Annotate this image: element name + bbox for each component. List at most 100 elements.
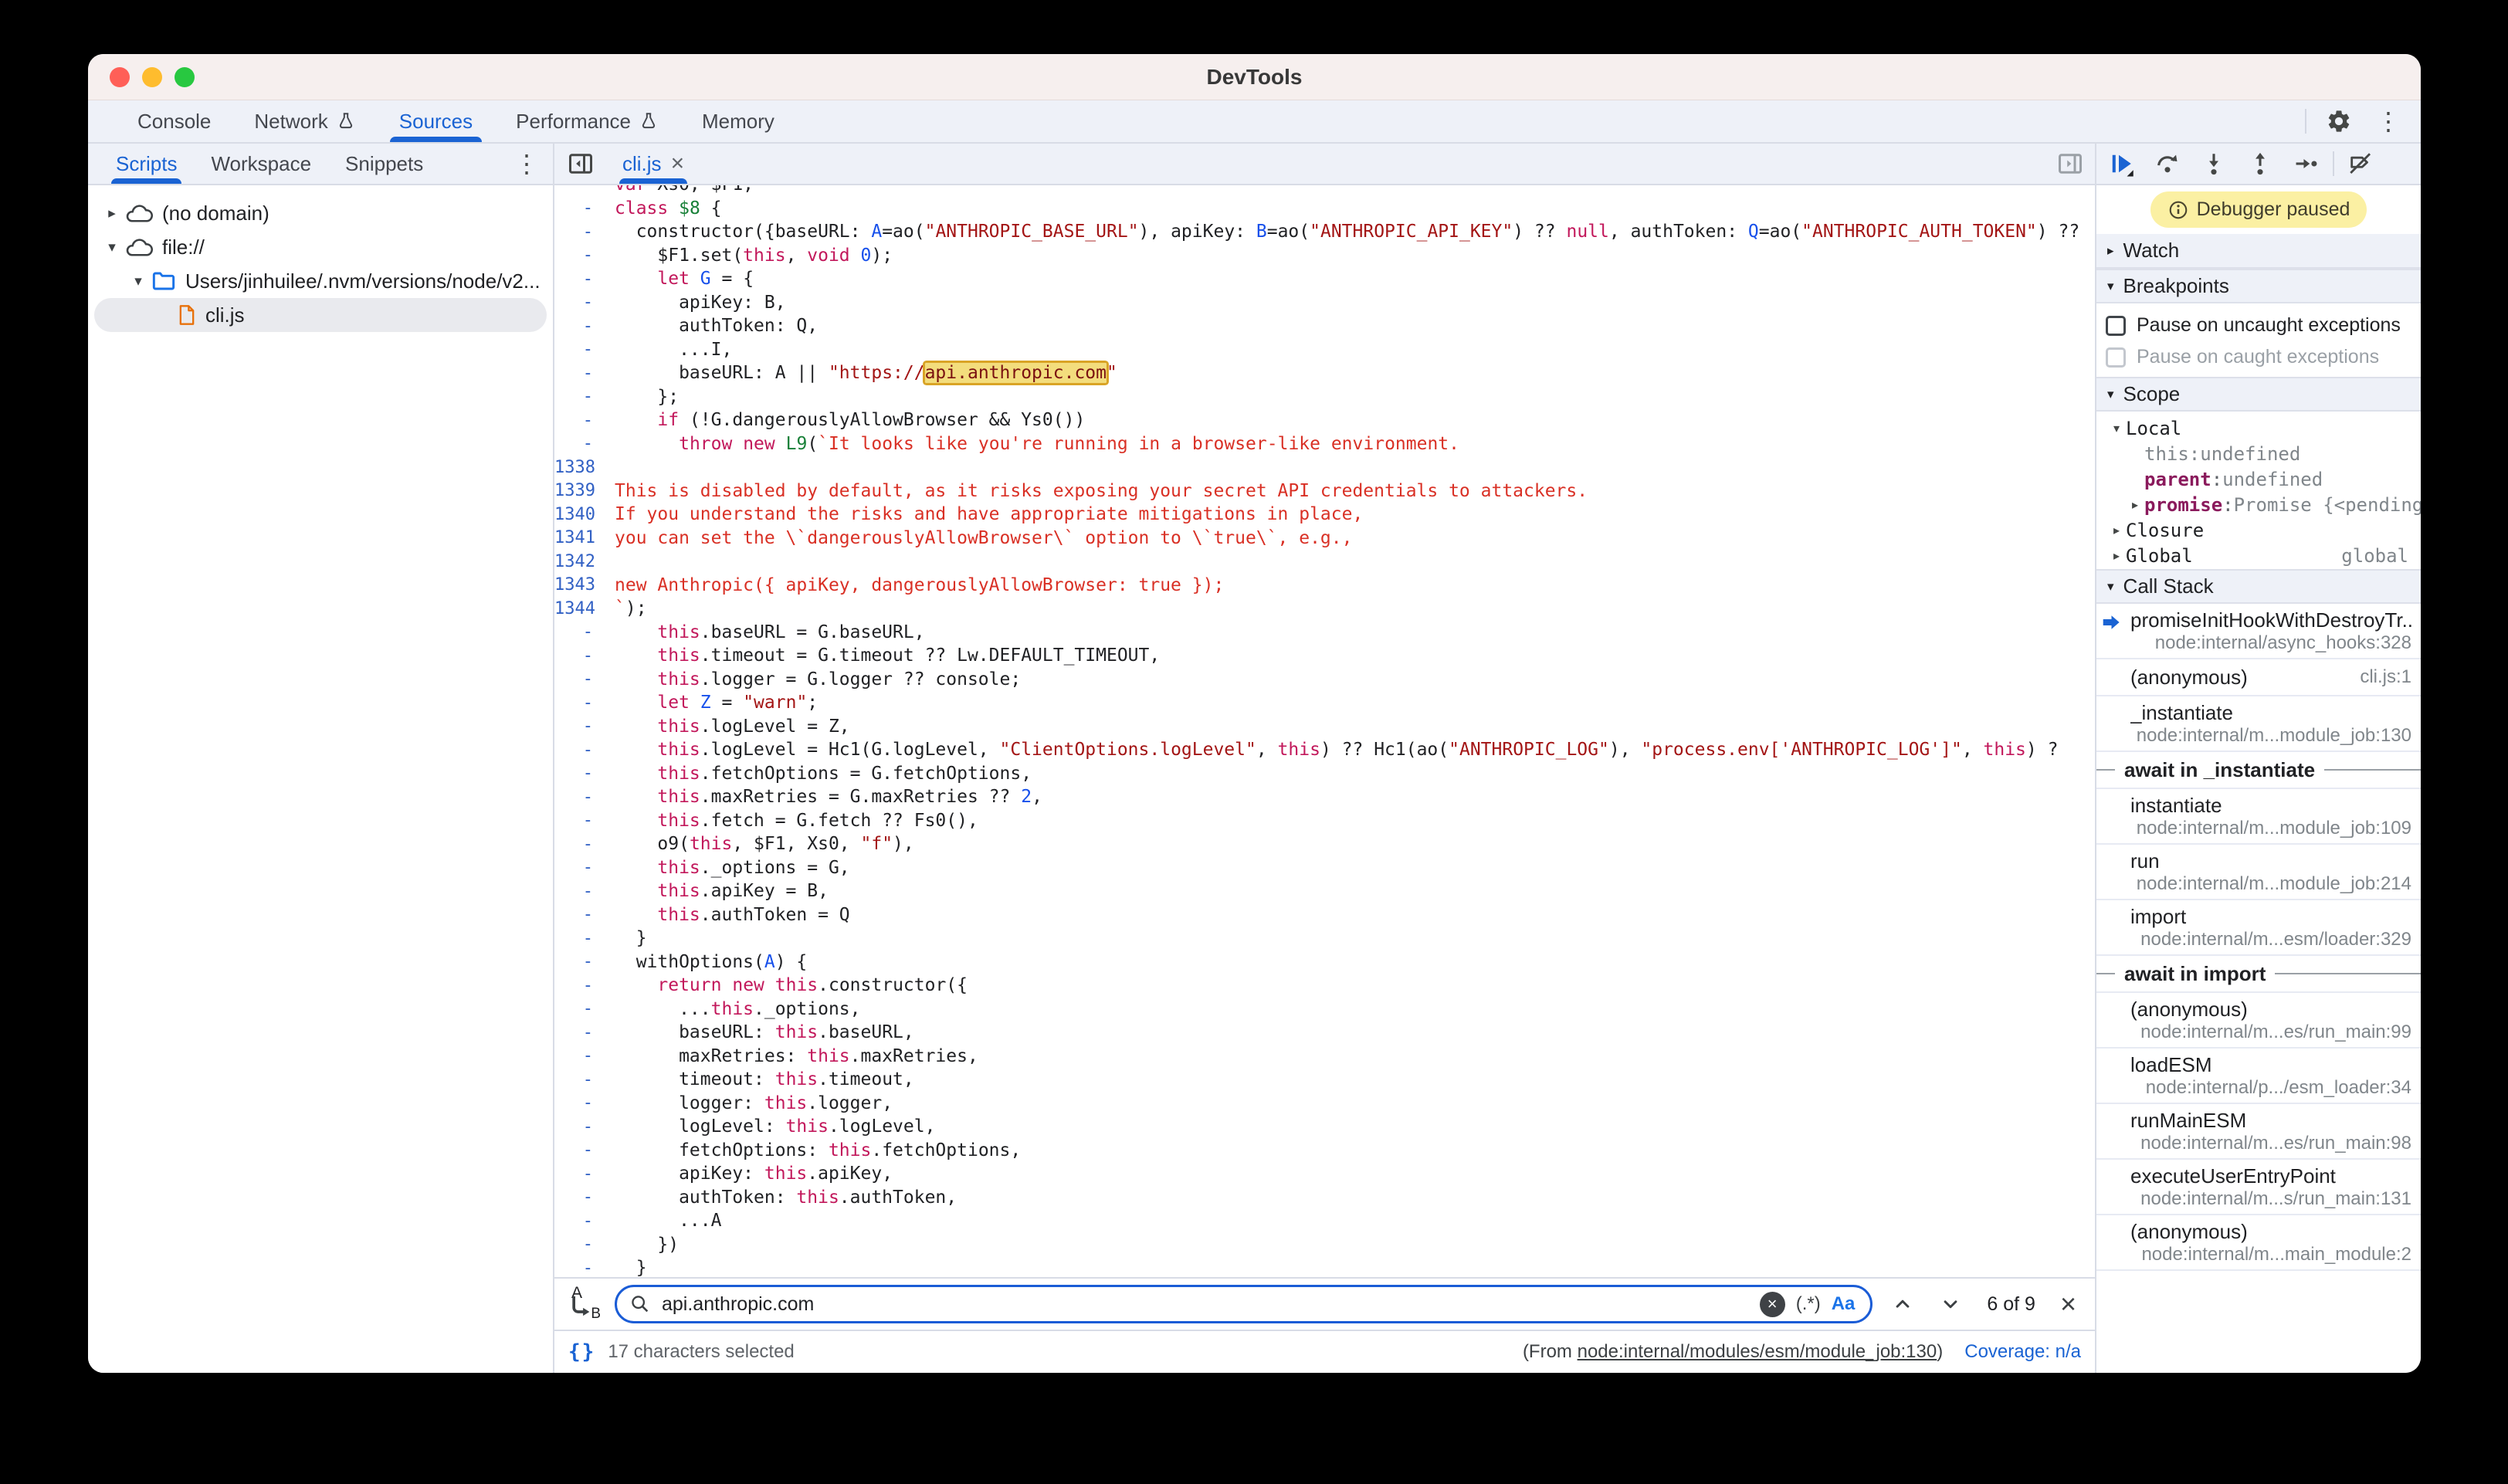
editor-tab-cli-js[interactable]: cli.js × <box>607 144 700 184</box>
close-search-icon[interactable]: × <box>2054 1288 2083 1320</box>
chevron-right-icon[interactable]: ▸ <box>2126 497 2144 513</box>
regex-toggle-button[interactable]: (.*) <box>1796 1293 1821 1315</box>
code-line[interactable]: - this.authToken = Q <box>554 903 2095 927</box>
line-gutter[interactable]: - <box>554 340 602 359</box>
code-line[interactable]: - this._options = G, <box>554 856 2095 880</box>
line-gutter[interactable]: - <box>554 1188 602 1207</box>
line-gutter[interactable]: - <box>554 434 602 453</box>
code-line[interactable]: - ...I, <box>554 338 2095 362</box>
code-line[interactable]: - maxRetries: this.maxRetries, <box>554 1045 2095 1069</box>
code-line[interactable]: - apiKey: this.apiKey, <box>554 1162 2095 1186</box>
tree-item-no-domain[interactable]: ▸ (no domain) <box>88 196 553 230</box>
tab-snippets[interactable]: Snippets <box>328 144 440 184</box>
call-stack-frame[interactable]: promiseInitHookWithDestroyTr...node:inte… <box>2096 604 2421 659</box>
line-gutter[interactable]: 1342 <box>554 552 602 571</box>
line-gutter[interactable]: - <box>554 1235 602 1254</box>
line-gutter[interactable]: - <box>554 387 602 406</box>
call-stack-frame[interactable]: runnode:internal/m...module_job:214 <box>2096 845 2421 900</box>
toggle-navigator-sidebar-icon[interactable] <box>554 144 607 184</box>
scope-prop-parent[interactable]: parent undefined <box>2096 466 2421 492</box>
section-breakpoints[interactable]: ▾ Breakpoints <box>2096 269 2421 303</box>
code-line[interactable]: - apiKey: B, <box>554 291 2095 315</box>
code-line[interactable]: - authToken: this.authToken, <box>554 1186 2095 1210</box>
settings-gear-icon[interactable] <box>2322 104 2356 138</box>
code-line[interactable]: - this.fetch = G.fetch ?? Fs0(), <box>554 809 2095 833</box>
call-stack-frame[interactable]: executeUserEntryPointnode:internal/m...s… <box>2096 1160 2421 1215</box>
close-tab-icon[interactable]: × <box>671 151 685 177</box>
line-gutter[interactable]: - <box>554 1211 602 1231</box>
resume-button[interactable] <box>2101 147 2141 181</box>
previous-match-button[interactable] <box>1885 1286 1920 1322</box>
scope-prop-promise[interactable]: ▸ promise Promise {<pending>} <box>2096 492 2421 517</box>
line-gutter[interactable]: 1340 <box>554 505 602 524</box>
line-gutter[interactable]: - <box>554 317 602 336</box>
code-line[interactable]: - this.maxRetries = G.maxRetries ?? 2, <box>554 785 2095 809</box>
line-gutter[interactable]: - <box>554 198 602 218</box>
line-gutter[interactable]: - <box>554 646 602 666</box>
section-scope[interactable]: ▾ Scope <box>2096 377 2421 412</box>
code-line[interactable]: - withOptions(A) { <box>554 950 2095 974</box>
line-gutter[interactable]: - <box>554 811 602 830</box>
line-gutter[interactable]: - <box>554 740 602 760</box>
minimize-window-button[interactable] <box>142 67 162 87</box>
code-line[interactable]: - $F1.set(this, void 0); <box>554 244 2095 268</box>
pause-on-uncaught-exceptions-row[interactable]: Pause on uncaught exceptions <box>2096 310 2421 341</box>
step-into-button[interactable] <box>2194 147 2234 181</box>
clear-search-icon[interactable]: × <box>1760 1292 1785 1317</box>
line-gutter[interactable]: - <box>554 1164 602 1184</box>
scope-group-global[interactable]: ▸ Global global <box>2096 543 2421 568</box>
line-gutter[interactable]: - <box>554 905 602 924</box>
toggle-debugger-sidebar-icon[interactable] <box>2045 144 2095 184</box>
coverage-link[interactable]: Coverage: n/a <box>1964 1341 2081 1363</box>
code-line[interactable]: 1340If you understand the risks and have… <box>554 503 2095 527</box>
code-line[interactable]: 1343new Anthropic({ apiKey, dangerouslyA… <box>554 574 2095 598</box>
line-gutter[interactable]: 1338 <box>554 458 602 477</box>
code-line[interactable]: - this.logLevel = Z, <box>554 715 2095 739</box>
tab-console[interactable]: Console <box>116 100 232 142</box>
pause-on-caught-exceptions-row[interactable]: Pause on caught exceptions <box>2096 341 2421 373</box>
code-line[interactable]: - baseURL: A || "https://api.anthropic.c… <box>554 361 2095 385</box>
tree-item-file-protocol[interactable]: ▾ file:// <box>88 230 553 264</box>
line-gutter[interactable]: - <box>554 669 602 689</box>
code-line[interactable]: - if (!G.dangerouslyAllowBrowser && Ys0(… <box>554 408 2095 432</box>
tree-item-folder[interactable]: ▾ Users/jinhuilee/.nvm/versions/node/v2.… <box>88 264 553 298</box>
code-line[interactable]: 1344`); <box>554 597 2095 621</box>
code-line[interactable]: var Xs0, $F1; <box>554 185 2095 197</box>
code-line[interactable]: 1342 <box>554 550 2095 574</box>
code-line[interactable]: - this.timeout = G.timeout ?? Lw.DEFAULT… <box>554 644 2095 668</box>
code-line[interactable]: - o9(this, $F1, Xs0, "f"), <box>554 832 2095 856</box>
call-stack-frame[interactable]: importnode:internal/m...esm/loader:329 <box>2096 900 2421 956</box>
chevron-right-icon[interactable]: ▸ <box>102 205 122 222</box>
code-line[interactable]: - logLevel: this.logLevel, <box>554 1115 2095 1139</box>
code-line[interactable]: - constructor({baseURL: A=ao("ANTHROPIC_… <box>554 220 2095 244</box>
code-line[interactable]: - authToken: Q, <box>554 314 2095 338</box>
line-gutter[interactable]: - <box>554 1140 602 1160</box>
step-over-button[interactable] <box>2147 147 2188 181</box>
call-stack-frame[interactable]: instantiatenode:internal/m...module_job:… <box>2096 789 2421 845</box>
call-stack-frame[interactable]: runMainESMnode:internal/m...es/run_main:… <box>2096 1104 2421 1160</box>
deactivate-breakpoints-button[interactable] <box>2340 147 2381 181</box>
line-gutter[interactable]: - <box>554 1046 602 1066</box>
tree-item-cli-js[interactable]: cli.js <box>94 298 547 332</box>
tab-scripts[interactable]: Scripts <box>99 144 194 184</box>
source-origin-link[interactable]: node:internal/modules/esm/module_job:130 <box>1578 1341 1937 1362</box>
code-line[interactable]: - this.fetchOptions = G.fetchOptions, <box>554 762 2095 786</box>
tab-sources[interactable]: Sources <box>378 100 494 142</box>
code-line[interactable]: - logger: this.logger, <box>554 1092 2095 1116</box>
code-line[interactable]: - throw new L9(`It looks like you're run… <box>554 432 2095 456</box>
line-gutter[interactable]: - <box>554 1070 602 1089</box>
checkbox-unchecked[interactable] <box>2106 316 2126 336</box>
line-gutter[interactable]: - <box>554 411 602 430</box>
chevron-down-icon[interactable]: ▾ <box>102 239 122 256</box>
scope-group-local[interactable]: ▾ Local <box>2096 415 2421 441</box>
tab-network[interactable]: Network <box>232 100 377 142</box>
line-gutter[interactable]: - <box>554 364 602 383</box>
code-line[interactable]: 1338 <box>554 456 2095 479</box>
code-line[interactable]: - let G = { <box>554 267 2095 291</box>
zoom-window-button[interactable] <box>175 67 195 87</box>
tab-workspace[interactable]: Workspace <box>194 144 328 184</box>
code-line[interactable]: - return new this.constructor({ <box>554 974 2095 998</box>
line-gutter[interactable]: - <box>554 929 602 948</box>
call-stack-frame[interactable]: _instantiatenode:internal/m...module_job… <box>2096 696 2421 752</box>
line-gutter[interactable]: - <box>554 269 602 289</box>
